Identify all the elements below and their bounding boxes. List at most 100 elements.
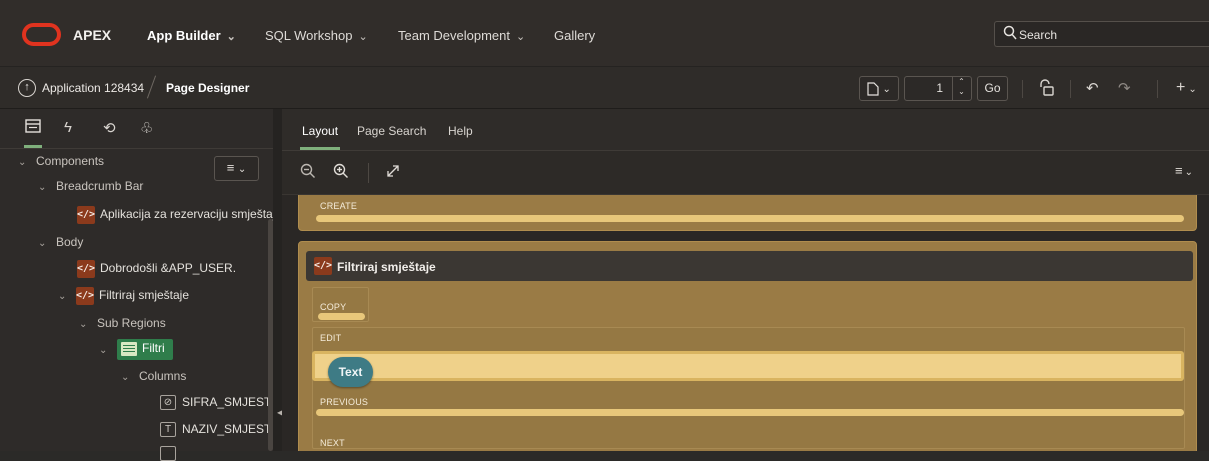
tree-node-body[interactable]: ⌄ Body: [38, 235, 83, 249]
active-tab-indicator: [24, 145, 42, 148]
layout-toolbar: ≡ ⌄: [282, 151, 1209, 195]
nav-app-builder[interactable]: App Builder ⌄: [147, 28, 236, 43]
search-input[interactable]: Search: [994, 21, 1209, 47]
chevron-down-icon: ⌄: [99, 344, 108, 356]
left-panel-tabs: ϟ ⟲ ♧: [0, 109, 273, 149]
zoom-in-icon[interactable]: [333, 163, 349, 183]
chevron-down-icon: ⌄: [18, 157, 27, 168]
tree-menu-button[interactable]: ≡ ⌄: [214, 156, 259, 181]
breadcrumb: ↑ Application 128434 Page Designer ⌄ 1 ⌃…: [0, 67, 1209, 109]
chevron-down-icon: ⌄: [237, 164, 247, 175]
chevron-down-icon: ⌄: [58, 291, 67, 303]
tree-node-sub-regions[interactable]: ⌄ Sub Regions: [79, 316, 166, 330]
dynamic-actions-icon[interactable]: ϟ: [64, 119, 72, 136]
tree-node-components[interactable]: ⌄ Components: [18, 154, 104, 168]
chevron-down-icon: ⌄: [38, 238, 47, 249]
text-item[interactable]: Text: [328, 357, 373, 387]
tree-label: Filtri: [142, 341, 165, 355]
left-panel: ϟ ⟲ ♧ ≡ ⌄ ⌄ Components ⌄ Breadcrumb Bar </…: [0, 109, 292, 461]
tree-label: Filtriraj smještaje: [99, 288, 190, 303]
oracle-logo-icon[interactable]: [22, 23, 61, 46]
interactive-grid-icon: [121, 341, 137, 356]
nav-team-development[interactable]: Team Development ⌄: [398, 28, 525, 43]
chevron-down-icon: ⌄: [1188, 84, 1197, 95]
breadcrumb-application[interactable]: Application 128434: [42, 81, 144, 95]
previous-drop-zone[interactable]: [316, 409, 1184, 416]
tree-label: Components: [36, 154, 105, 168]
breadcrumb-page: Page Designer: [166, 81, 250, 95]
tab-page-search[interactable]: Page Search: [357, 124, 426, 138]
redo-icon[interactable]: ↷: [1118, 79, 1131, 97]
position-copy: COPY: [320, 302, 347, 312]
nav-gallery[interactable]: Gallery: [554, 28, 595, 43]
zoom-out-icon[interactable]: [300, 163, 316, 183]
page-stepper[interactable]: ⌃ ⌄: [952, 77, 970, 100]
layout-canvas: CREATE </> Filtriraj smještaje COPY EDIT…: [282, 195, 1209, 451]
expand-icon[interactable]: [385, 163, 401, 183]
up-arrow-icon[interactable]: ↑: [18, 79, 36, 97]
rendering-icon[interactable]: [25, 119, 41, 137]
layout-menu-button[interactable]: ≡ ⌄: [1175, 163, 1193, 178]
hidden-column-icon: ⊘: [160, 395, 176, 411]
tree-label: Sub Regions: [97, 316, 166, 330]
edit-drop-zone[interactable]: [312, 351, 1184, 381]
toolbar-divider: [368, 163, 369, 183]
lock-icon[interactable]: [1038, 79, 1054, 101]
position-create: CREATE: [320, 201, 358, 211]
tree-node-breadcrumb-bar[interactable]: ⌄ Breadcrumb Bar: [38, 179, 143, 193]
panel-splitter[interactable]: [273, 109, 282, 451]
position-previous: PREVIOUS: [320, 397, 369, 407]
toolbar-divider: [1157, 80, 1158, 98]
breadcrumb-region-slot[interactable]: [298, 195, 1197, 231]
layout-tabs: Layout Page Search Help: [282, 109, 1209, 151]
breadcrumb-separator: [146, 75, 157, 99]
add-label: +: [1176, 79, 1186, 96]
active-tab-indicator: [300, 147, 340, 150]
copy-drop-zone[interactable]: [318, 313, 365, 320]
brand-name[interactable]: APEX: [73, 27, 111, 43]
tree-label: Aplikacija za rezervaciju smještaja: [100, 207, 283, 222]
tree-node-dobrodosli[interactable]: </> Dobrodošli &APP_USER.: [77, 260, 236, 278]
nav-app-builder-label: App Builder: [147, 28, 221, 43]
selected-node: Filtri: [117, 339, 173, 360]
region-title: Filtriraj smještaje: [337, 260, 436, 274]
column-icon: [160, 446, 176, 461]
top-navigation: APEX App Builder ⌄ SQL Workshop ⌄ Team Dev…: [0, 0, 1209, 67]
processing-icon[interactable]: ⟲: [103, 119, 116, 137]
create-menu-button[interactable]: + ⌄: [1176, 79, 1197, 97]
chevron-down-icon: ⌄: [38, 182, 47, 193]
nav-sql-workshop[interactable]: SQL Workshop ⌄: [265, 28, 368, 43]
search-label: Search: [1019, 28, 1058, 42]
chevron-down-icon: ⌄: [882, 84, 891, 95]
code-icon: </>: [314, 257, 332, 275]
position-edit: EDIT: [320, 333, 342, 343]
code-icon: </>: [77, 260, 95, 278]
code-icon: </>: [76, 287, 94, 305]
chevron-down-icon: ⌄: [516, 31, 526, 43]
edit-slot[interactable]: [312, 327, 1185, 449]
undo-icon[interactable]: ↶: [1086, 79, 1099, 97]
tree-node-col-more[interactable]: [160, 446, 182, 461]
create-drop-zone[interactable]: [316, 215, 1184, 222]
tree-node-columns[interactable]: ⌄ Columns: [121, 369, 186, 383]
position-next: NEXT: [320, 438, 345, 448]
tree-label: Columns: [139, 369, 187, 383]
chevron-down-icon: ⌄: [79, 319, 88, 330]
chevron-down-icon: ⌄: [226, 31, 236, 43]
toolbar-divider: [1070, 80, 1071, 98]
tree-label: Breadcrumb Bar: [56, 179, 144, 193]
tree-label: Dobrodošli &APP_USER.: [100, 261, 237, 276]
shared-components-icon[interactable]: ♧: [140, 119, 153, 137]
tab-layout[interactable]: Layout: [302, 124, 338, 138]
nav-sql-workshop-label: SQL Workshop: [265, 28, 353, 43]
filtriraj-region-header[interactable]: </> Filtriraj smještaje: [306, 251, 1193, 281]
tree-label: Body: [56, 235, 84, 249]
tree-node-breadcrumb-region[interactable]: </> Aplikacija za rezervaciju smještaja: [77, 206, 282, 224]
text-column-icon: T: [160, 422, 176, 438]
tree-node-filtri[interactable]: ⌄ Filtri: [99, 339, 173, 360]
page-type-dropdown[interactable]: ⌄: [859, 76, 899, 101]
page-icon: [867, 82, 879, 96]
go-button[interactable]: Go: [977, 76, 1008, 101]
tree-node-filtriraj[interactable]: ⌄ </> Filtriraj smještaje: [58, 287, 189, 305]
tab-help[interactable]: Help: [448, 124, 473, 138]
